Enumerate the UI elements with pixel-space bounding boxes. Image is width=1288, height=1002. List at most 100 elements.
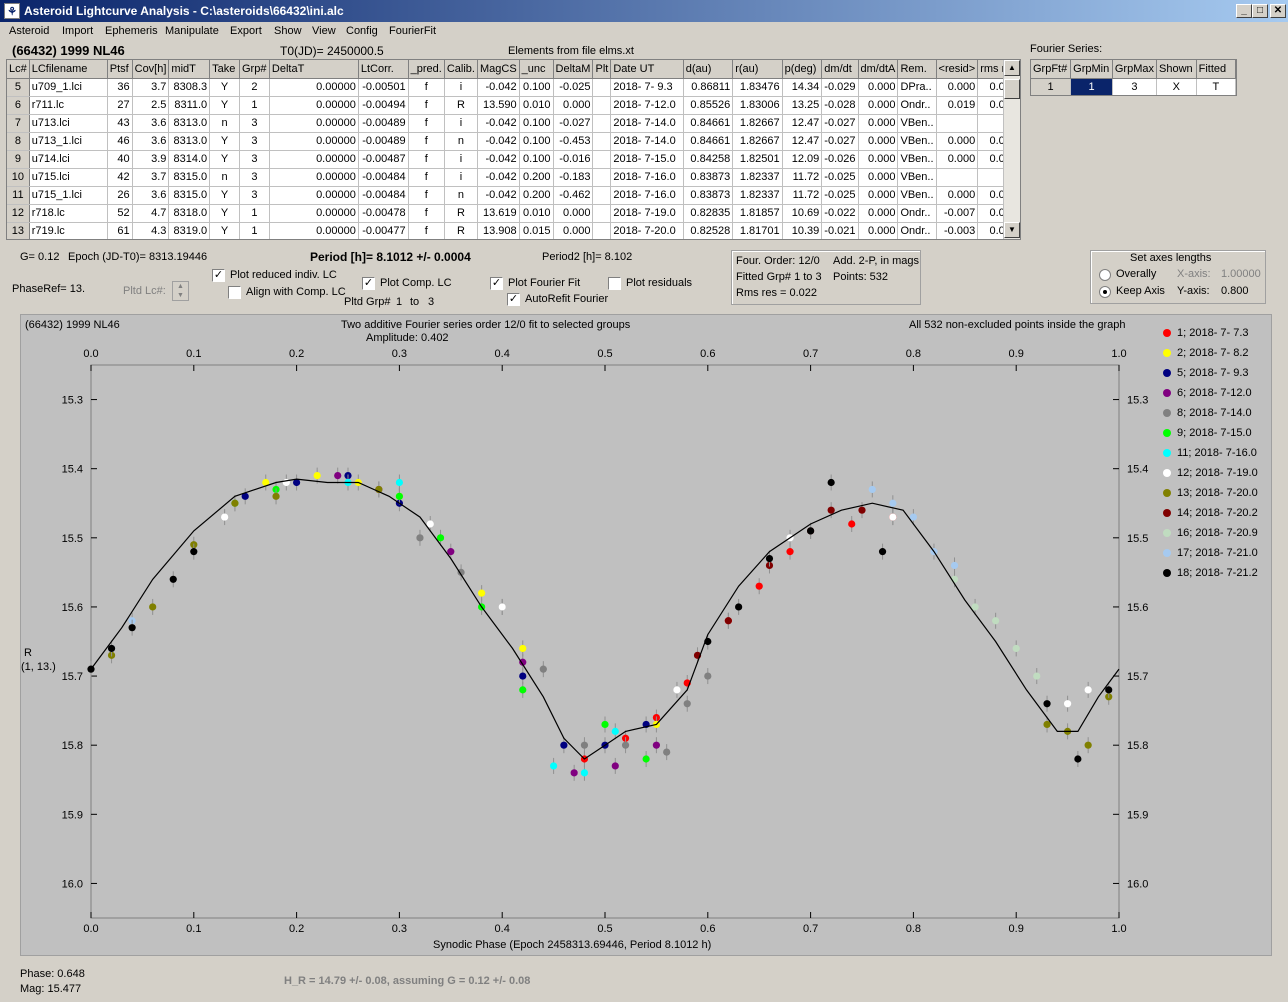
table-cell[interactable]: 11.72 — [782, 168, 823, 187]
table-cell[interactable]: 2 — [239, 78, 270, 97]
table-cell[interactable]: 8318.0 — [168, 204, 211, 223]
table-cell[interactable]: 0.100 — [519, 114, 554, 133]
table-cell[interactable]: 61 — [107, 222, 133, 239]
table-cell[interactable]: 52 — [107, 204, 133, 223]
table-cell[interactable]: 2018- 7-12.0 — [610, 96, 684, 115]
table-cell[interactable]: -0.027 — [553, 114, 594, 133]
table-cell[interactable]: 13.908 — [477, 222, 520, 239]
table-cell[interactable]: 0.00000 — [269, 114, 359, 133]
table-cell[interactable]: -0.00484 — [358, 168, 409, 187]
table-cell[interactable]: u713_1.lci — [29, 132, 108, 151]
table-cell[interactable]: 8315.0 — [168, 168, 211, 187]
fourier-col-fitted[interactable]: Fitted — [1196, 60, 1236, 79]
table-cell[interactable]: -0.00487 — [358, 150, 409, 169]
table-cell[interactable]: -0.022 — [821, 204, 859, 223]
table-cell[interactable]: 8308.3 — [168, 78, 211, 97]
table-cell[interactable]: -0.042 — [477, 114, 520, 133]
title-bar[interactable]: ⚘ Asteroid Lightcurve Analysis - C:\aste… — [0, 0, 1288, 22]
table-cell[interactable]: u713.lci — [29, 114, 108, 133]
table-cell[interactable]: VBen.. — [897, 114, 937, 133]
table-cell[interactable]: 3.7 — [132, 78, 170, 97]
scroll-up-arrow-icon[interactable]: ▲ — [1004, 60, 1020, 76]
table-cell[interactable]: -0.183 — [553, 168, 594, 187]
fourier-cell-grpmax[interactable]: 3 — [1112, 78, 1158, 95]
table-cell[interactable]: 12.47 — [782, 114, 823, 133]
table-cell[interactable]: 0.00000 — [269, 150, 359, 169]
table-cell[interactable]: f — [408, 132, 445, 151]
table-cell[interactable]: Y — [209, 132, 240, 151]
lc-col-header[interactable]: dm/dt — [821, 60, 859, 79]
table-cell[interactable] — [592, 96, 612, 115]
table-cell[interactable]: -0.025 — [821, 186, 859, 205]
table-cell[interactable]: 0.85526 — [683, 96, 734, 115]
table-cell[interactable]: 0.000 — [858, 78, 899, 97]
table-row[interactable]: 9 u714.lci 40 3.9 8314.0 Y 3 0.00000 -0.00487 f i -… — [7, 150, 1020, 169]
lc-col-header[interactable]: Plt — [592, 60, 612, 79]
table-cell[interactable]: 12.09 — [782, 150, 823, 169]
table-cell[interactable]: 27 — [107, 96, 133, 115]
lc-col-header[interactable]: <resid> — [936, 60, 979, 79]
table-cell[interactable] — [592, 222, 612, 239]
table-cell[interactable]: 0.100 — [519, 150, 554, 169]
table-cell[interactable]: 3.9 — [132, 150, 170, 169]
table-cell[interactable]: 4.3 — [132, 222, 170, 239]
table-cell[interactable]: n — [209, 168, 240, 187]
table-cell[interactable]: 3 — [239, 132, 270, 151]
table-cell[interactable]: i — [444, 150, 478, 169]
table-cell[interactable]: 0.83873 — [683, 168, 734, 187]
align-comp-checkbox[interactable] — [228, 286, 241, 299]
table-cell[interactable]: 3 — [239, 168, 270, 187]
lc-col-header[interactable]: DeltaM — [553, 60, 594, 79]
table-cell[interactable]: 2018- 7-14.0 — [610, 132, 684, 151]
fourier-cell-shown[interactable]: X — [1156, 78, 1197, 95]
menu-view[interactable]: View — [312, 25, 336, 37]
table-cell[interactable]: 0.82528 — [683, 222, 734, 239]
lc-col-header[interactable]: r(au) — [732, 60, 783, 79]
table-cell[interactable]: f — [408, 114, 445, 133]
table-cell[interactable]: 1 — [239, 204, 270, 223]
table-cell[interactable]: 40 — [107, 150, 133, 169]
table-cell[interactable]: 0.83873 — [683, 186, 734, 205]
table-cell[interactable]: 0.00000 — [269, 186, 359, 205]
table-cell[interactable]: 1.82667 — [732, 114, 783, 133]
row-header-cell[interactable]: 6 — [7, 96, 30, 115]
table-cell[interactable]: Ondr.. — [897, 222, 937, 239]
table-cell[interactable]: 0.000 — [858, 132, 899, 151]
table-cell[interactable]: 0.000 — [858, 114, 899, 133]
table-cell[interactable]: 42 — [107, 168, 133, 187]
scroll-thumb[interactable] — [1004, 79, 1020, 99]
xaxis-value[interactable]: 1.00000 — [1221, 268, 1261, 280]
menu-show[interactable]: Show — [274, 25, 302, 37]
table-cell[interactable]: 2018- 7- 9.3 — [610, 78, 684, 97]
menu-fourierfit[interactable]: FourierFit — [389, 25, 436, 37]
table-cell[interactable]: 3 — [239, 114, 270, 133]
table-cell[interactable]: 0.84258 — [683, 150, 734, 169]
table-cell[interactable]: 2018- 7-20.0 — [610, 222, 684, 239]
table-cell[interactable]: -0.026 — [821, 150, 859, 169]
fourier-cell-grpft[interactable]: 1 — [1031, 78, 1072, 95]
lc-col-header[interactable]: Rem. — [897, 60, 937, 79]
table-cell[interactable]: 0.019 — [936, 96, 979, 115]
table-cell[interactable]: 13.590 — [477, 96, 520, 115]
table-cell[interactable]: 2018- 7-16.0 — [610, 168, 684, 187]
table-cell[interactable]: 0.000 — [553, 204, 594, 223]
table-cell[interactable]: u715.lci — [29, 168, 108, 187]
table-cell[interactable]: 3.6 — [132, 186, 170, 205]
table-row[interactable]: 12 r718.lc 52 4.7 8318.0 Y 1 0.00000 -0.00478 f R 1… — [7, 204, 1020, 223]
table-cell[interactable]: 0.000 — [553, 96, 594, 115]
fourier-series-table[interactable]: GrpFt# GrpMin GrpMax Shown Fitted 1 1 3 … — [1030, 59, 1237, 96]
table-cell[interactable]: 1.82501 — [732, 150, 783, 169]
table-cell[interactable]: 0.100 — [519, 132, 554, 151]
pltd-grp-to[interactable]: 3 — [428, 296, 434, 308]
table-cell[interactable]: 0.010 — [519, 204, 554, 223]
lc-col-header[interactable]: Date UT — [610, 60, 684, 79]
table-cell[interactable]: 8319.0 — [168, 222, 211, 239]
table-cell[interactable]: 0.84661 — [683, 114, 734, 133]
table-cell[interactable] — [592, 114, 612, 133]
table-cell[interactable]: VBen.. — [897, 132, 937, 151]
table-cell[interactable]: VBen.. — [897, 168, 937, 187]
pltd-grp-from[interactable]: 1 — [396, 296, 402, 308]
table-cell[interactable]: -0.025 — [553, 78, 594, 97]
table-cell[interactable]: 0.84661 — [683, 132, 734, 151]
table-cell[interactable]: 12.47 — [782, 132, 823, 151]
